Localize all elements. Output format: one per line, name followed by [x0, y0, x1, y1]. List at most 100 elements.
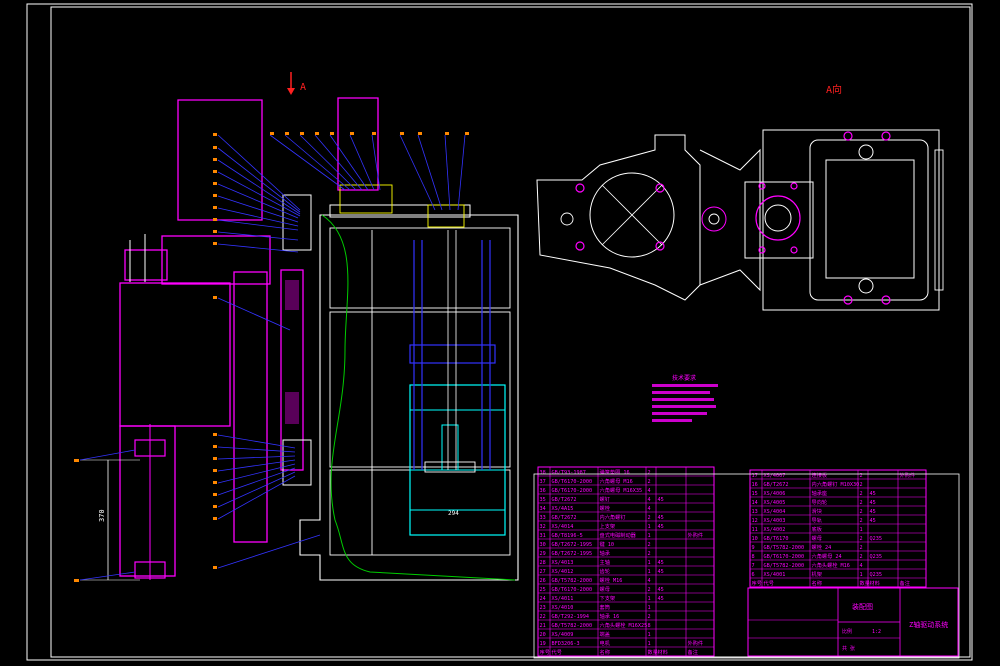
bom-right-cell: XS/4001	[764, 572, 786, 578]
bom-left-cell: 4	[648, 506, 651, 512]
pn-dot-16	[213, 481, 217, 484]
bom-left-cell: 36	[540, 488, 546, 494]
column-cap	[124, 249, 168, 281]
bom-left-cell: 23	[540, 605, 546, 611]
main-column	[119, 282, 231, 427]
bom-right-cell: 45	[870, 491, 876, 497]
top-bolt-block-2	[427, 204, 465, 228]
pn-dot-8	[213, 218, 217, 221]
bom-left-cell: 1	[648, 596, 651, 602]
view-a-hub-inner	[708, 213, 720, 225]
bom-left-cell: 内六角螺钉	[600, 513, 626, 521]
leader-32	[79, 449, 136, 461]
leader-29	[217, 471, 296, 508]
leader-10	[217, 243, 299, 253]
pn-dot-18	[213, 505, 217, 508]
view-a-gear-box	[744, 181, 814, 259]
title-block: 装配图 Z轴驱动系统 比例 1:2 共 张	[747, 587, 959, 657]
leader-30	[217, 475, 296, 520]
view-a-hole-left	[560, 212, 574, 226]
bom-left-header-cell: 代号	[552, 648, 562, 656]
pn-dot-31	[465, 132, 469, 135]
bom-left-cell: GB/T5782-2000	[552, 623, 593, 629]
pn-dot-19	[213, 517, 217, 520]
bom-right-cell: 16	[752, 482, 758, 488]
view-a-housing-outer	[762, 129, 940, 311]
bom-right-cell: 六角螺母 24	[812, 552, 842, 560]
leader-17	[371, 134, 381, 191]
view-a-gear-inner	[764, 204, 792, 232]
bom-left-header-cell: 备注	[688, 648, 698, 656]
bom-left-cell: 主轴	[600, 558, 610, 566]
bom-right-cell: XS/4005	[764, 500, 786, 506]
bom-right-cell: GB/T5782-2000	[764, 563, 805, 569]
bom-left-cell: 键 10	[600, 540, 615, 548]
view-a-label: A向	[826, 83, 842, 96]
bom-left-cell: 六角头螺栓 M16X25	[600, 621, 648, 629]
notes-line-6	[652, 419, 692, 422]
bom-left-cell: 1	[648, 524, 651, 530]
bom-left-cell: 六角螺母 M16	[600, 477, 633, 485]
bom-left-cell: 38	[540, 470, 546, 476]
bom-left-cell: GB/T6170-2000	[552, 479, 593, 485]
lower-housing	[119, 425, 176, 577]
drawing-title: Z轴驱动系统	[909, 620, 948, 629]
sheet-label: 共 张	[842, 645, 855, 652]
bom-right-cell: 2	[860, 554, 863, 560]
dim-width-text: 294	[448, 510, 459, 517]
bom-right-cell: 外购件	[900, 471, 916, 479]
leader-8	[217, 219, 299, 231]
bom-left-cell: 25	[540, 587, 546, 593]
view-a-boss-bottom	[858, 278, 874, 294]
bom-left-cell: 轴承 16	[600, 612, 620, 620]
pn-dot-7	[213, 206, 217, 209]
bom-left-cell: 20	[540, 632, 546, 638]
pn-dot-12	[213, 433, 217, 436]
bom-left-cell: 45	[658, 560, 664, 566]
bom-right-cell: GB/T2672	[764, 482, 789, 488]
pn-dot-32	[74, 459, 79, 462]
bom-left-cell: GB/T2672-1995	[552, 551, 593, 557]
bolt-2	[655, 183, 665, 193]
bom-left-cell: GB/T2672-1995	[552, 542, 593, 548]
bom-left-cell: 35	[540, 497, 546, 503]
gear-block	[282, 194, 312, 251]
bom-right-header-cell: 名称	[812, 579, 822, 587]
bom-left-cell: 34	[540, 506, 546, 512]
bom-right-cell: 滑块	[812, 507, 823, 515]
notes-line-2	[652, 391, 710, 394]
bom-right-cell: 六角头螺栓 M16	[812, 561, 850, 569]
bom-left-cell: 螺栓	[600, 504, 611, 512]
bom-left-cell: 21	[540, 623, 546, 629]
bom-left-cell: 轴承	[600, 549, 611, 557]
section-arrow-head	[287, 88, 295, 95]
pn-dot-3	[213, 158, 217, 161]
frame-inner-middle	[329, 311, 511, 468]
pn-dot-13	[213, 445, 217, 448]
bom-left-cell: 套筒	[600, 603, 610, 611]
bom-right-cell: 2	[860, 518, 863, 524]
bom-right-cell: 7	[752, 563, 755, 569]
bom-left-cell: 2	[648, 587, 651, 593]
bom-left-cell: 2	[648, 470, 651, 476]
pn-dot-25	[330, 132, 334, 135]
pn-dot-2	[213, 146, 217, 149]
bom-right-cell: XS/4004	[764, 509, 786, 515]
pn-dot-15	[213, 469, 217, 472]
bom-left-cell: 45	[658, 515, 664, 521]
bom-right-cell: 连接板	[812, 471, 828, 479]
bom-right-cell: 2	[860, 500, 863, 506]
bom-left-cell: 19	[540, 641, 546, 647]
dim-height-text: 370	[98, 509, 106, 522]
bom-right-cell: GB/T5782-2000	[764, 545, 805, 551]
bom-right-cell: 13	[752, 509, 758, 515]
leader-13	[299, 134, 357, 191]
bom-left-cell: 37	[540, 479, 546, 485]
pn-dot-26	[350, 132, 354, 135]
bom-right-cell: 2	[860, 482, 863, 488]
bom-right-cell: Q235	[870, 536, 883, 542]
bom-left-cell: 29	[540, 551, 546, 557]
bom-right-cell: 11	[752, 527, 758, 533]
bom-left-cell: 27	[540, 569, 546, 575]
bom-table: 38 GB/T93-1987 弹簧垫圈 16 237 GB/T6170-2000 六角螺母…	[533, 466, 960, 659]
